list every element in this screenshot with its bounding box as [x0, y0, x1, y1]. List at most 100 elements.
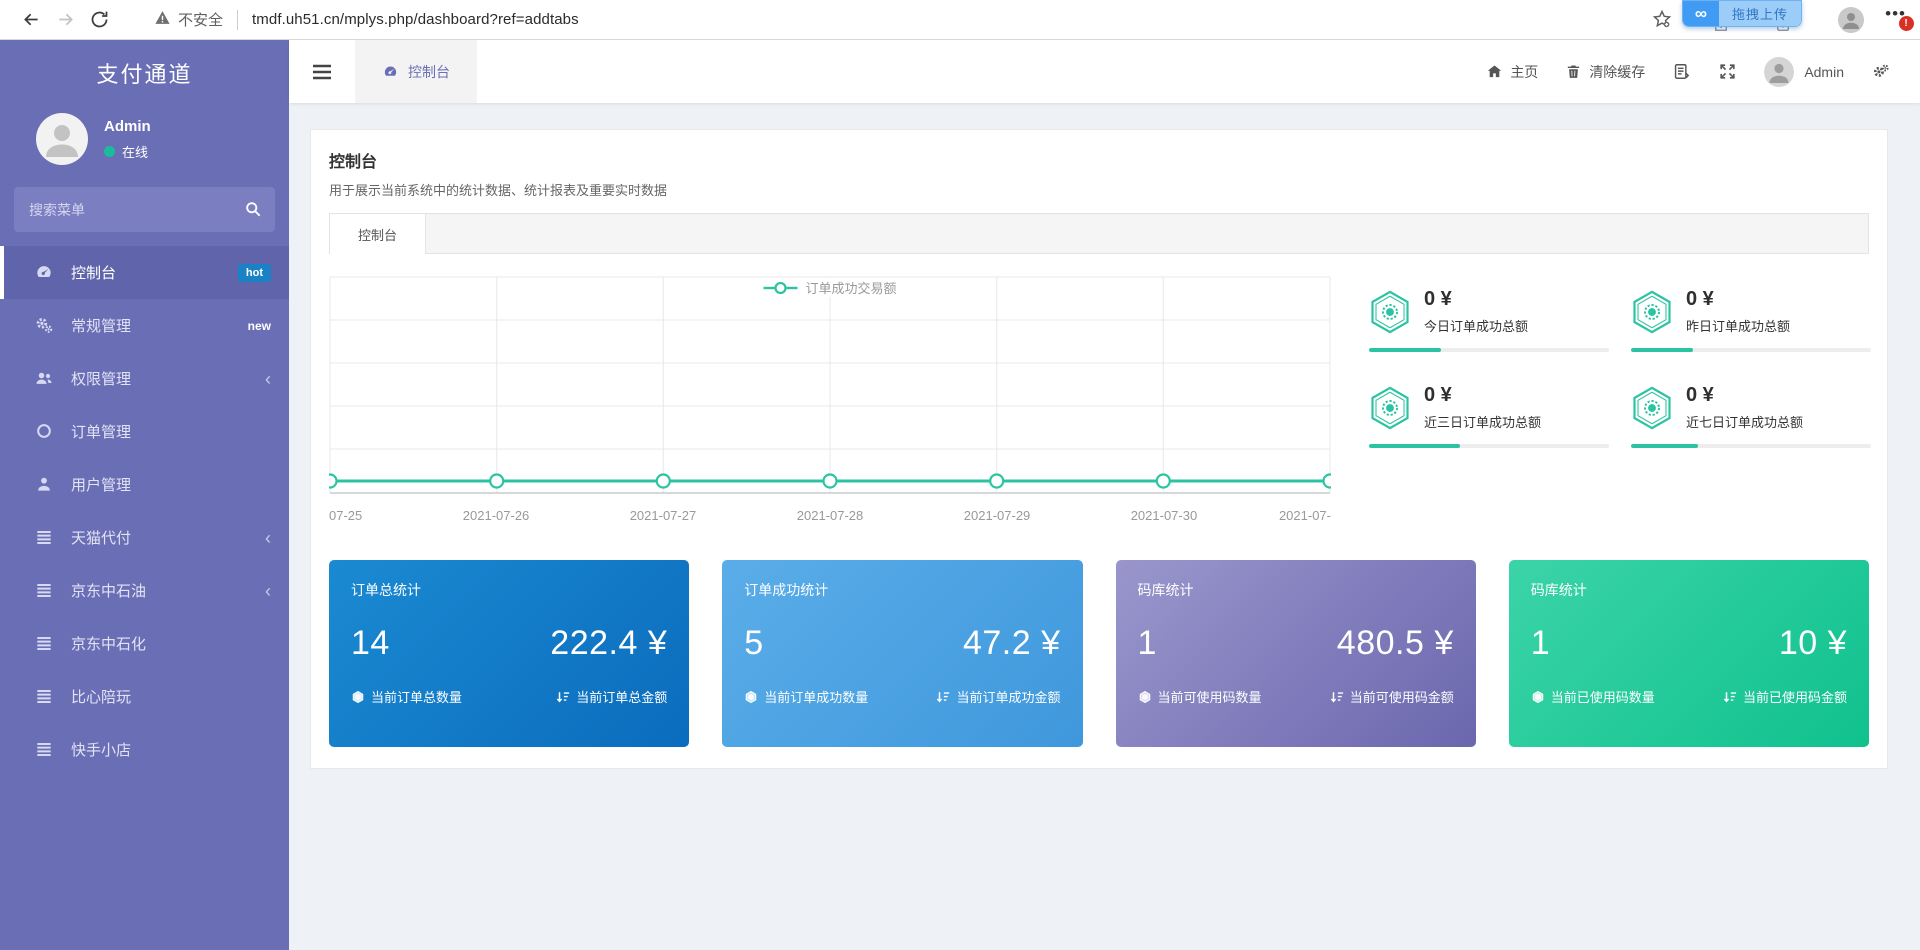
main-area: 控制台 主页 清除缓存 — [289, 40, 1920, 950]
sidebar-item-label: 天猫代付 — [71, 527, 131, 548]
hexagon-badge-icon — [1369, 289, 1411, 335]
sidebar-item-label: 用户管理 — [71, 474, 131, 495]
user-name: Admin — [104, 118, 151, 135]
stat-progress-bar — [1631, 444, 1871, 448]
chart-legend[interactable]: 订单成功交易额 — [759, 278, 900, 297]
browser-reload-button[interactable] — [82, 3, 116, 37]
browser-forward-button[interactable] — [48, 3, 82, 37]
settings-button[interactable] — [1871, 62, 1890, 81]
panel-tab-dashboard[interactable]: 控制台 — [329, 213, 426, 254]
card-count-label: 当前订单总数量 — [351, 687, 462, 706]
sidebar-item-bixin[interactable]: 比心陪玩 — [0, 670, 289, 723]
hexagon-badge-icon — [1631, 289, 1673, 335]
sort-amount-icon — [1723, 690, 1737, 704]
card-count: 14 — [351, 624, 390, 663]
gears-icon — [34, 315, 56, 337]
gem-icon — [744, 690, 758, 704]
x-tick: 2021-07-29 — [964, 508, 1031, 523]
stat-progress-bar — [1369, 348, 1609, 352]
dashboard-panel: 控制台 用于展示当前系统中的统计数据、统计报表及重要实时数据 控制台 订单成功交… — [310, 129, 1888, 769]
card-amount-label: 当前订单成功金额 — [936, 687, 1060, 706]
sidebar-item-label: 控制台 — [71, 262, 116, 283]
browser-profile-avatar[interactable] — [1838, 7, 1864, 33]
sidebar-item-jd-sinopec[interactable]: 京东中石化 — [0, 617, 289, 670]
card-count-label: 当前可使用码数量 — [1138, 687, 1262, 706]
sidebar-item-orders[interactable]: 订单管理 — [0, 405, 289, 458]
home-link[interactable]: 主页 — [1486, 62, 1538, 82]
browser-back-button[interactable] — [14, 3, 48, 37]
sidebar-item-jd-petrochina[interactable]: 京东中石油 ‹ — [0, 564, 289, 617]
brand-title: 支付通道 — [0, 40, 289, 97]
top-navbar: 控制台 主页 清除缓存 — [289, 40, 1920, 103]
upload-extension-logo-icon: ∞ — [1683, 1, 1719, 26]
stat-value: 0 ¥ — [1686, 384, 1803, 407]
card-count: 1 — [1138, 624, 1157, 663]
sort-amount-icon — [556, 690, 570, 704]
menu-search-input[interactable] — [14, 187, 275, 232]
mini-stats-grid: 0 ¥ 今日订单成功总额 0 ¥ 昨日订单成功总 — [1369, 288, 1871, 532]
stat-label: 今日订单成功总额 — [1424, 316, 1528, 335]
tab-label: 控制台 — [408, 62, 450, 82]
sidebar-item-label: 比心陪玩 — [71, 686, 131, 707]
not-secure-label: 不安全 — [178, 9, 223, 30]
new-badge: new — [248, 319, 271, 333]
stat-label: 近七日订单成功总额 — [1686, 412, 1803, 431]
x-tick: 2021-07-28 — [797, 508, 864, 523]
card-order-total: 订单总统计 14 222.4 ¥ 当前订单总数量 当前订单总金额 — [329, 560, 689, 747]
sidebar-item-users[interactable]: 用户管理 — [0, 458, 289, 511]
browser-menu-button[interactable]: •••! — [1885, 4, 1906, 24]
clear-cache-label: 清除缓存 — [1589, 62, 1645, 82]
tab-dashboard[interactable]: 控制台 — [355, 40, 477, 103]
list-icon — [34, 739, 56, 761]
card-amount-label: 当前已使用码金额 — [1723, 687, 1847, 706]
admin-profile-menu[interactable]: Admin — [1764, 57, 1844, 87]
gem-icon — [1531, 690, 1545, 704]
sidebar-item-permissions[interactable]: 权限管理 ‹ — [0, 352, 289, 405]
card-amount: 47.2 ¥ — [963, 624, 1061, 663]
sidebar-item-tmall[interactable]: 天猫代付 ‹ — [0, 511, 289, 564]
card-amount-label: 当前可使用码金额 — [1330, 687, 1454, 706]
page-title: 控制台 — [329, 148, 1869, 172]
address-divider — [237, 10, 238, 30]
user-avatar[interactable] — [36, 113, 88, 165]
sidebar-item-label: 权限管理 — [71, 368, 131, 389]
panel-tabbar: 控制台 — [329, 213, 1869, 254]
card-title: 订单成功统计 — [744, 580, 1060, 600]
language-switch-button[interactable] — [1672, 62, 1691, 81]
user-status: 在线 — [104, 142, 151, 161]
card-amount: 10 ¥ — [1779, 624, 1847, 663]
content-area: 控制台 用于展示当前系统中的统计数据、统计报表及重要实时数据 控制台 订单成功交… — [289, 103, 1920, 950]
list-icon — [34, 633, 56, 655]
search-icon[interactable] — [243, 199, 263, 224]
x-tick: 2021-07-30 — [1131, 508, 1198, 523]
gear-icon — [1871, 62, 1890, 81]
language-icon — [1672, 62, 1691, 81]
hexagon-badge-icon — [1369, 385, 1411, 431]
browser-address-bar[interactable]: 不安全 tmdf.uh51.cn/mplys.php/dashboard?ref… — [154, 9, 579, 30]
card-count: 5 — [744, 624, 763, 663]
sidebar-toggle-button[interactable] — [289, 40, 355, 103]
sidebar-item-kuaishou[interactable]: 快手小店 — [0, 723, 289, 776]
card-title: 订单总统计 — [351, 580, 667, 600]
chevron-left-icon: ‹ — [265, 582, 271, 600]
drag-upload-popup[interactable]: ∞ 拖拽上传 — [1682, 0, 1802, 27]
favorite-star-icon[interactable] — [1652, 9, 1672, 34]
x-tick: 2021-07-26 — [463, 508, 530, 523]
admin-name: Admin — [1804, 64, 1844, 80]
card-title: 码库统计 — [1138, 580, 1454, 600]
fullscreen-button[interactable] — [1718, 62, 1737, 81]
stat-7day-success-total: 0 ¥ 近七日订单成功总额 — [1631, 384, 1871, 448]
stat-value: 0 ¥ — [1686, 288, 1790, 311]
stat-value: 0 ¥ — [1424, 384, 1541, 407]
browser-chrome: 不安全 tmdf.uh51.cn/mplys.php/dashboard?ref… — [0, 0, 1920, 40]
stat-progress-bar — [1631, 348, 1871, 352]
list-icon — [34, 686, 56, 708]
home-icon — [1486, 63, 1503, 80]
hexagon-badge-icon — [1631, 385, 1673, 431]
online-status-dot — [104, 146, 115, 157]
clear-cache-link[interactable]: 清除缓存 — [1565, 62, 1645, 82]
sidebar-item-dashboard[interactable]: 控制台 hot — [0, 246, 289, 299]
orders-line-chart: 订单成功交易额 — [329, 276, 1331, 532]
gem-icon — [1138, 690, 1152, 704]
sidebar-item-general[interactable]: 常规管理 new — [0, 299, 289, 352]
